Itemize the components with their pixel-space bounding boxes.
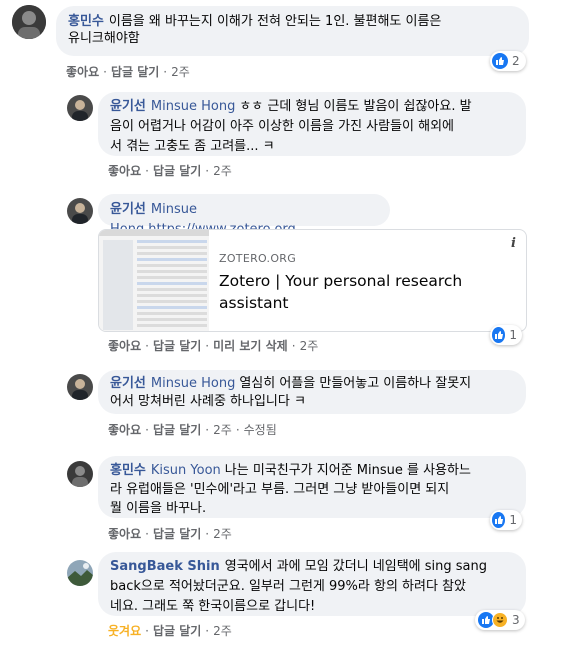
screenshot-thumbnail-icon	[99, 230, 209, 331]
timestamp[interactable]: 2주	[213, 624, 232, 638]
avatar-photo-icon	[67, 95, 93, 121]
like-icon	[492, 512, 506, 528]
comment-author[interactable]: 홍민수	[110, 463, 146, 478]
comment-bubble: 홍민수 Kisun Yoon 나는 미국친구가 지어준 Minsue 를 사용하느 …	[98, 456, 526, 518]
reply-button[interactable]: 답글 달기	[153, 624, 201, 638]
reply-button[interactable]: 답글 달기	[153, 164, 201, 178]
avatar[interactable]	[67, 95, 93, 121]
comment-text: 음이 어렵거나 어감이 아주 이상한 이름을 가진 사람들이 해외에	[110, 119, 455, 134]
mention-link[interactable]: Kisun Yoon	[151, 463, 221, 478]
like-icon	[492, 53, 508, 69]
timestamp[interactable]: 2주	[213, 423, 232, 437]
avatar[interactable]	[12, 5, 46, 39]
comment-actions: 좋아요 · 답글 달기 · 2주	[108, 164, 232, 178]
comment-text: 뭘 이름을 바꾸나.	[110, 501, 207, 516]
comment-bubble: 윤기선Minsue Honghttps://www.zotero.org	[98, 194, 390, 237]
edited-label[interactable]: 수정됨	[244, 423, 277, 437]
timestamp[interactable]: 2주	[300, 339, 319, 353]
like-button[interactable]: 좋아요	[66, 65, 99, 79]
haha-icon	[492, 612, 508, 628]
reaction-count: 1	[509, 328, 517, 342]
like-button[interactable]: 좋아요	[108, 164, 141, 178]
remove-preview-button[interactable]: 미리 보기 삭제	[213, 339, 288, 353]
timestamp[interactable]: 2주	[171, 65, 190, 79]
avatar[interactable]	[67, 198, 93, 224]
comment-text: 유니크해야함	[68, 31, 140, 46]
haha-reaction-button[interactable]: 웃겨요	[108, 624, 141, 638]
comment-text: 열심히 어플을 만들어놓고 이름하나 잘못지	[239, 376, 472, 391]
preview-title: Zotero | Your personal research assistan…	[219, 270, 462, 314]
mention-link[interactable]: Minsue Hong	[151, 376, 235, 391]
info-icon[interactable]: i	[511, 236, 516, 251]
reaction-count: 2	[512, 54, 520, 68]
reaction-summary[interactable]: 3	[475, 610, 525, 630]
avatar-photo-icon	[67, 461, 93, 487]
comment-text: 어서 망쳐버린 사례중 하나입니다 ㅋ	[110, 394, 306, 409]
comment-bubble: 윤기선 Minsue Hong ㅎㅎ 근데 형님 이름도 발음이 쉽잖아요. 발 음…	[98, 92, 526, 156]
avatar[interactable]	[67, 560, 93, 586]
comment-bubble: 홍민수 이름을 왜 바꾸는지 이해가 전혀 안되는 1인. 불편해도 이름은 유니…	[56, 6, 529, 56]
comment-author[interactable]: 홍민수	[68, 14, 104, 29]
comment-bubble: SangBaek Shin 영국에서 과에 모임 갔더니 네임택에 sing sa…	[98, 552, 526, 616]
comment-text: 서 겪는 고충도 좀 고려를... ㅋ	[110, 139, 275, 154]
comment-author[interactable]: 윤기선	[110, 99, 146, 114]
comment-text: 이름을 왜 바꾸는지 이해가 전혀 안되는 1인. 불편해도 이름은	[108, 14, 442, 29]
timestamp[interactable]: 2주	[213, 527, 232, 541]
avatar-photo-icon	[67, 374, 93, 400]
comment-text: 나는 미국친구가 지어준 Minsue 를 사용하느	[224, 463, 471, 478]
comment-actions: 좋아요 · 답글 달기 · 2주	[108, 527, 232, 541]
timestamp[interactable]: 2주	[213, 164, 232, 178]
mention-link[interactable]: Minsue Hong	[151, 99, 235, 114]
like-button[interactable]: 좋아요	[108, 339, 141, 353]
comment-bubble: 윤기선 Minsue Hong 열심히 어플을 만들어놓고 이름하나 잘못지 어서 …	[98, 370, 526, 414]
comment-author[interactable]: SangBaek Shin	[110, 559, 220, 574]
preview-thumbnail	[99, 230, 209, 331]
comment-author[interactable]: 윤기선	[110, 202, 146, 217]
like-button[interactable]: 좋아요	[108, 423, 141, 437]
reply-button[interactable]: 답글 달기	[153, 423, 201, 437]
like-icon	[492, 327, 506, 343]
reaction-summary[interactable]: 1	[490, 510, 522, 530]
avatar-photo-icon	[67, 198, 93, 224]
avatar[interactable]	[67, 461, 93, 487]
avatar-landscape-icon	[67, 560, 93, 586]
reaction-count: 1	[509, 513, 517, 527]
comment-actions: 웃겨요 · 답글 달기 · 2주	[108, 624, 232, 638]
comment-actions: 좋아요 · 답글 달기 · 2주 · 수정됨	[108, 423, 277, 437]
preview-title-line: Zotero | Your personal research	[219, 272, 463, 290]
comment-actions: 좋아요 · 답글 달기 · 2주	[66, 65, 190, 79]
comment-author[interactable]: 윤기선	[110, 376, 146, 391]
comment-actions: 좋아요 · 답글 달기 · 미리 보기 삭제 · 2주	[108, 339, 319, 353]
preview-domain: ZOTERO.ORG	[219, 252, 297, 265]
comment-text: 네요. 그래도 쭉 한국이름으로 갑니다!	[110, 599, 316, 614]
reply-button[interactable]: 답글 달기	[111, 65, 159, 79]
comment-text: 라 유럽애들은 '민수에'라고 부름. 그러면 그냥 받아들이면 되지	[110, 482, 450, 497]
avatar-photo-icon	[12, 5, 46, 39]
reaction-summary[interactable]: 2	[490, 51, 526, 71]
avatar[interactable]	[67, 374, 93, 400]
reply-button[interactable]: 답글 달기	[153, 339, 201, 353]
reaction-count: 3	[512, 613, 520, 627]
reply-button[interactable]: 답글 달기	[153, 527, 201, 541]
comment-text: back으로 적어놨더군요. 일부러 그런게 99%라 항의 하려다 참았	[110, 579, 466, 594]
link-preview-card[interactable]: ZOTERO.ORG Zotero | Your personal resear…	[98, 229, 527, 332]
comment-text: 영국에서 과에 모임 갔더니 네임택에 sing sang	[224, 559, 488, 574]
preview-title-line: assistant	[219, 294, 289, 312]
reaction-summary[interactable]: 1	[490, 325, 522, 345]
like-button[interactable]: 좋아요	[108, 527, 141, 541]
comment-text: ㅎㅎ 근데 형님 이름도 발음이 쉽잖아요. 발	[239, 99, 472, 114]
